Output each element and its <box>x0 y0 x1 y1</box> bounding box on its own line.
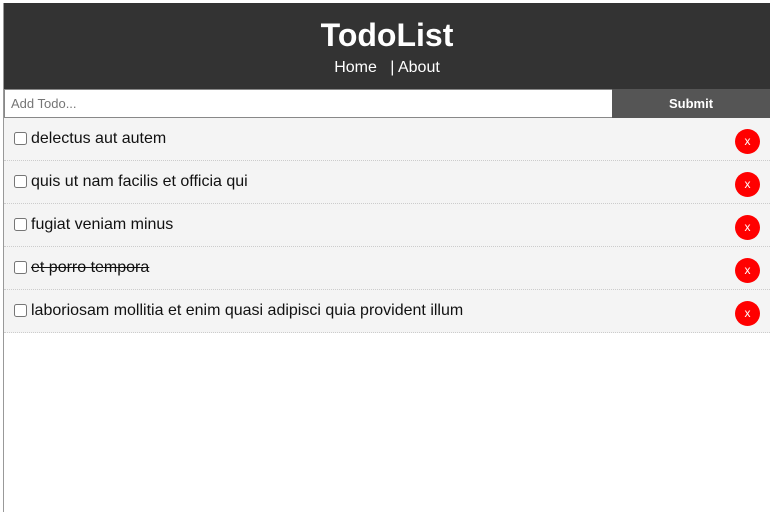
todo-item: et porro tempora x <box>4 247 770 290</box>
todo-item: delectus aut autem x <box>4 118 770 161</box>
todo-list: delectus aut autem x quis ut nam facilis… <box>4 118 770 333</box>
todo-checkbox[interactable] <box>14 131 27 145</box>
todo-title: delectus aut autem <box>31 130 167 147</box>
todo-title: et porro tempora <box>31 259 150 276</box>
todo-title: fugiat veniam minus <box>31 216 174 233</box>
app-container: TodoList Home | About Submit delectus au… <box>3 3 770 512</box>
app-header: TodoList Home | About <box>4 3 770 89</box>
delete-button[interactable]: x <box>735 214 760 240</box>
submit-button[interactable]: Submit <box>612 89 770 118</box>
todo-checkbox[interactable] <box>14 303 27 317</box>
todo-checkbox[interactable] <box>14 217 27 231</box>
delete-button[interactable]: x <box>735 171 760 197</box>
delete-button[interactable]: x <box>735 300 760 326</box>
nav-separator: | <box>390 59 395 76</box>
todo-item: fugiat veniam minus x <box>4 204 770 247</box>
nav-about-link[interactable]: About <box>398 59 440 76</box>
add-todo-input[interactable] <box>4 89 612 118</box>
delete-button[interactable]: x <box>735 257 760 283</box>
app-title: TodoList <box>320 17 454 53</box>
add-todo-form: Submit <box>4 89 770 118</box>
nav-home-link[interactable]: Home <box>334 59 377 76</box>
todo-title: laboriosam mollitia et enim quasi adipis… <box>31 302 464 319</box>
todo-checkbox[interactable] <box>14 260 27 274</box>
todo-checkbox[interactable] <box>14 174 27 188</box>
delete-button[interactable]: x <box>735 128 760 154</box>
todo-item: laboriosam mollitia et enim quasi adipis… <box>4 290 770 333</box>
todo-item: quis ut nam facilis et officia qui x <box>4 161 770 204</box>
todo-title: quis ut nam facilis et officia qui <box>31 173 248 190</box>
main-nav: Home | About <box>4 58 770 78</box>
